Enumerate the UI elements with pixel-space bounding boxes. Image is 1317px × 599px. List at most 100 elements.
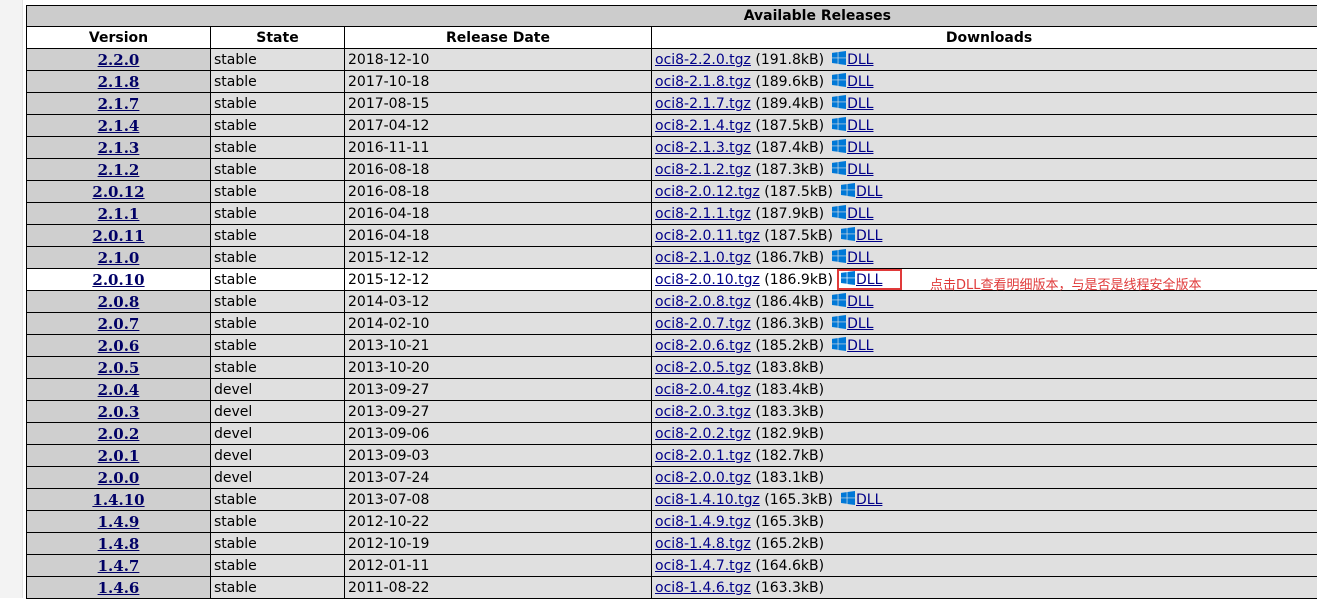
tgz-download-link[interactable]: oci8-2.0.11.tgz: [655, 228, 760, 244]
version-link[interactable]: 2.1.7: [98, 95, 140, 113]
version-cell: 2.1.1: [27, 203, 211, 225]
version-link[interactable]: 1.4.7: [98, 557, 140, 575]
tgz-download-link[interactable]: oci8-2.1.2.tgz: [655, 162, 751, 178]
tgz-download-link[interactable]: oci8-2.0.8.tgz: [655, 294, 751, 310]
release-date-cell: 2014-03-12: [345, 291, 652, 313]
version-link[interactable]: 1.4.10: [92, 491, 144, 509]
annotation-note: 点击DLL查看明细版本，与是否是线程安全版本: [930, 274, 1202, 293]
dll-link[interactable]: DLL: [847, 162, 873, 178]
version-link[interactable]: 1.4.8: [98, 535, 140, 553]
tgz-download-link[interactable]: oci8-1.4.9.tgz: [655, 514, 751, 530]
tgz-download-link[interactable]: oci8-2.1.0.tgz: [655, 250, 751, 266]
version-link[interactable]: 2.1.0: [98, 249, 140, 267]
dll-link[interactable]: DLL: [847, 118, 873, 134]
dll-link[interactable]: DLL: [847, 74, 873, 90]
column-header-release-date: Release Date: [345, 27, 652, 49]
version-cell: 2.2.0: [27, 49, 211, 71]
tgz-download-link[interactable]: oci8-2.0.0.tgz: [655, 470, 751, 486]
tgz-download-link[interactable]: oci8-2.0.7.tgz: [655, 316, 751, 332]
version-link[interactable]: 1.4.9: [98, 513, 140, 531]
tgz-download-link[interactable]: oci8-2.0.3.tgz: [655, 404, 751, 420]
version-cell: 1.4.8: [27, 533, 211, 555]
version-cell: 2.0.12: [27, 181, 211, 203]
state-cell: stable: [211, 511, 345, 533]
version-link[interactable]: 2.0.2: [98, 425, 140, 443]
version-link[interactable]: 2.0.10: [92, 271, 144, 289]
table-row: 1.4.8stable2012-10-19oci8-1.4.8.tgz (165…: [27, 533, 1317, 555]
version-cell: 2.1.7: [27, 93, 211, 115]
file-size: (182.7kB): [755, 448, 824, 464]
version-cell: 2.0.7: [27, 313, 211, 335]
tgz-download-link[interactable]: oci8-1.4.7.tgz: [655, 558, 751, 574]
version-link[interactable]: 2.0.6: [98, 337, 140, 355]
dll-link[interactable]: DLL: [847, 52, 873, 68]
version-link[interactable]: 2.0.4: [98, 381, 140, 399]
tgz-download-link[interactable]: oci8-2.1.3.tgz: [655, 140, 751, 156]
dll-link[interactable]: DLL: [847, 316, 873, 332]
tgz-download-link[interactable]: oci8-2.0.1.tgz: [655, 448, 751, 464]
release-date-cell: 2011-08-22: [345, 577, 652, 599]
tgz-download-link[interactable]: oci8-2.0.4.tgz: [655, 382, 751, 398]
state-cell: stable: [211, 203, 345, 225]
tgz-download-link[interactable]: oci8-2.0.12.tgz: [655, 184, 760, 200]
tgz-download-link[interactable]: oci8-2.2.0.tgz: [655, 52, 751, 68]
dll-link[interactable]: DLL: [847, 96, 873, 112]
file-size: (187.5kB): [764, 228, 833, 244]
version-link[interactable]: 2.0.8: [98, 293, 140, 311]
dll-download: DLL: [832, 161, 873, 178]
file-size: (187.4kB): [755, 140, 824, 156]
version-link[interactable]: 2.1.1: [98, 205, 140, 223]
dll-download: DLL: [841, 227, 882, 244]
version-link[interactable]: 2.0.1: [98, 447, 140, 465]
version-link[interactable]: 2.0.7: [98, 315, 140, 333]
state-cell: stable: [211, 181, 345, 203]
version-link[interactable]: 2.0.0: [98, 469, 140, 487]
version-cell: 1.4.7: [27, 555, 211, 577]
file-size: (165.2kB): [755, 536, 824, 552]
tgz-download-link[interactable]: oci8-2.0.10.tgz: [655, 272, 760, 288]
version-link[interactable]: 2.1.2: [98, 161, 140, 179]
release-date-cell: 2013-07-24: [345, 467, 652, 489]
dll-link[interactable]: DLL: [856, 492, 882, 508]
tgz-download-link[interactable]: oci8-2.1.7.tgz: [655, 96, 751, 112]
column-header-version: Version: [27, 27, 211, 49]
tgz-download-link[interactable]: oci8-2.1.4.tgz: [655, 118, 751, 134]
dll-link[interactable]: DLL: [847, 294, 873, 310]
tgz-download-link[interactable]: oci8-2.1.1.tgz: [655, 206, 751, 222]
version-link[interactable]: 2.0.11: [92, 227, 144, 245]
version-link[interactable]: 2.1.8: [98, 73, 140, 91]
tgz-download-link[interactable]: oci8-2.0.2.tgz: [655, 426, 751, 442]
state-cell: stable: [211, 137, 345, 159]
dll-download: DLL: [832, 51, 873, 68]
version-link[interactable]: 2.0.5: [98, 359, 140, 377]
dll-link[interactable]: DLL: [847, 250, 873, 266]
version-link[interactable]: 2.0.12: [92, 183, 144, 201]
version-link[interactable]: 2.1.4: [98, 117, 140, 135]
table-row: 2.0.1devel2013-09-03oci8-2.0.1.tgz (182.…: [27, 445, 1317, 467]
version-link[interactable]: 1.4.6: [98, 579, 140, 597]
dll-link[interactable]: DLL: [856, 184, 882, 200]
version-link[interactable]: 2.2.0: [98, 51, 140, 69]
version-cell: 2.0.11: [27, 225, 211, 247]
state-cell: stable: [211, 159, 345, 181]
tgz-download-link[interactable]: oci8-1.4.6.tgz: [655, 580, 751, 596]
dll-link[interactable]: DLL: [856, 272, 882, 288]
tgz-download-link[interactable]: oci8-2.1.8.tgz: [655, 74, 751, 90]
version-link[interactable]: 2.1.3: [98, 139, 140, 157]
dll-link[interactable]: DLL: [847, 338, 873, 354]
tgz-download-link[interactable]: oci8-1.4.10.tgz: [655, 492, 760, 508]
dll-link[interactable]: DLL: [856, 228, 882, 244]
windows-icon: [832, 52, 847, 68]
downloads-cell: oci8-2.0.3.tgz (183.3kB): [652, 401, 1317, 423]
windows-icon: [832, 74, 847, 90]
dll-download: DLL: [841, 491, 882, 508]
downloads-cell: oci8-2.0.11.tgz (187.5kB) DLL: [652, 225, 1317, 247]
release-date-cell: 2017-10-18: [345, 71, 652, 93]
dll-link[interactable]: DLL: [847, 206, 873, 222]
version-link[interactable]: 2.0.3: [98, 403, 140, 421]
tgz-download-link[interactable]: oci8-1.4.8.tgz: [655, 536, 751, 552]
tgz-download-link[interactable]: oci8-2.0.6.tgz: [655, 338, 751, 354]
tgz-download-link[interactable]: oci8-2.0.5.tgz: [655, 360, 751, 376]
file-size: (187.5kB): [764, 184, 833, 200]
dll-link[interactable]: DLL: [847, 140, 873, 156]
